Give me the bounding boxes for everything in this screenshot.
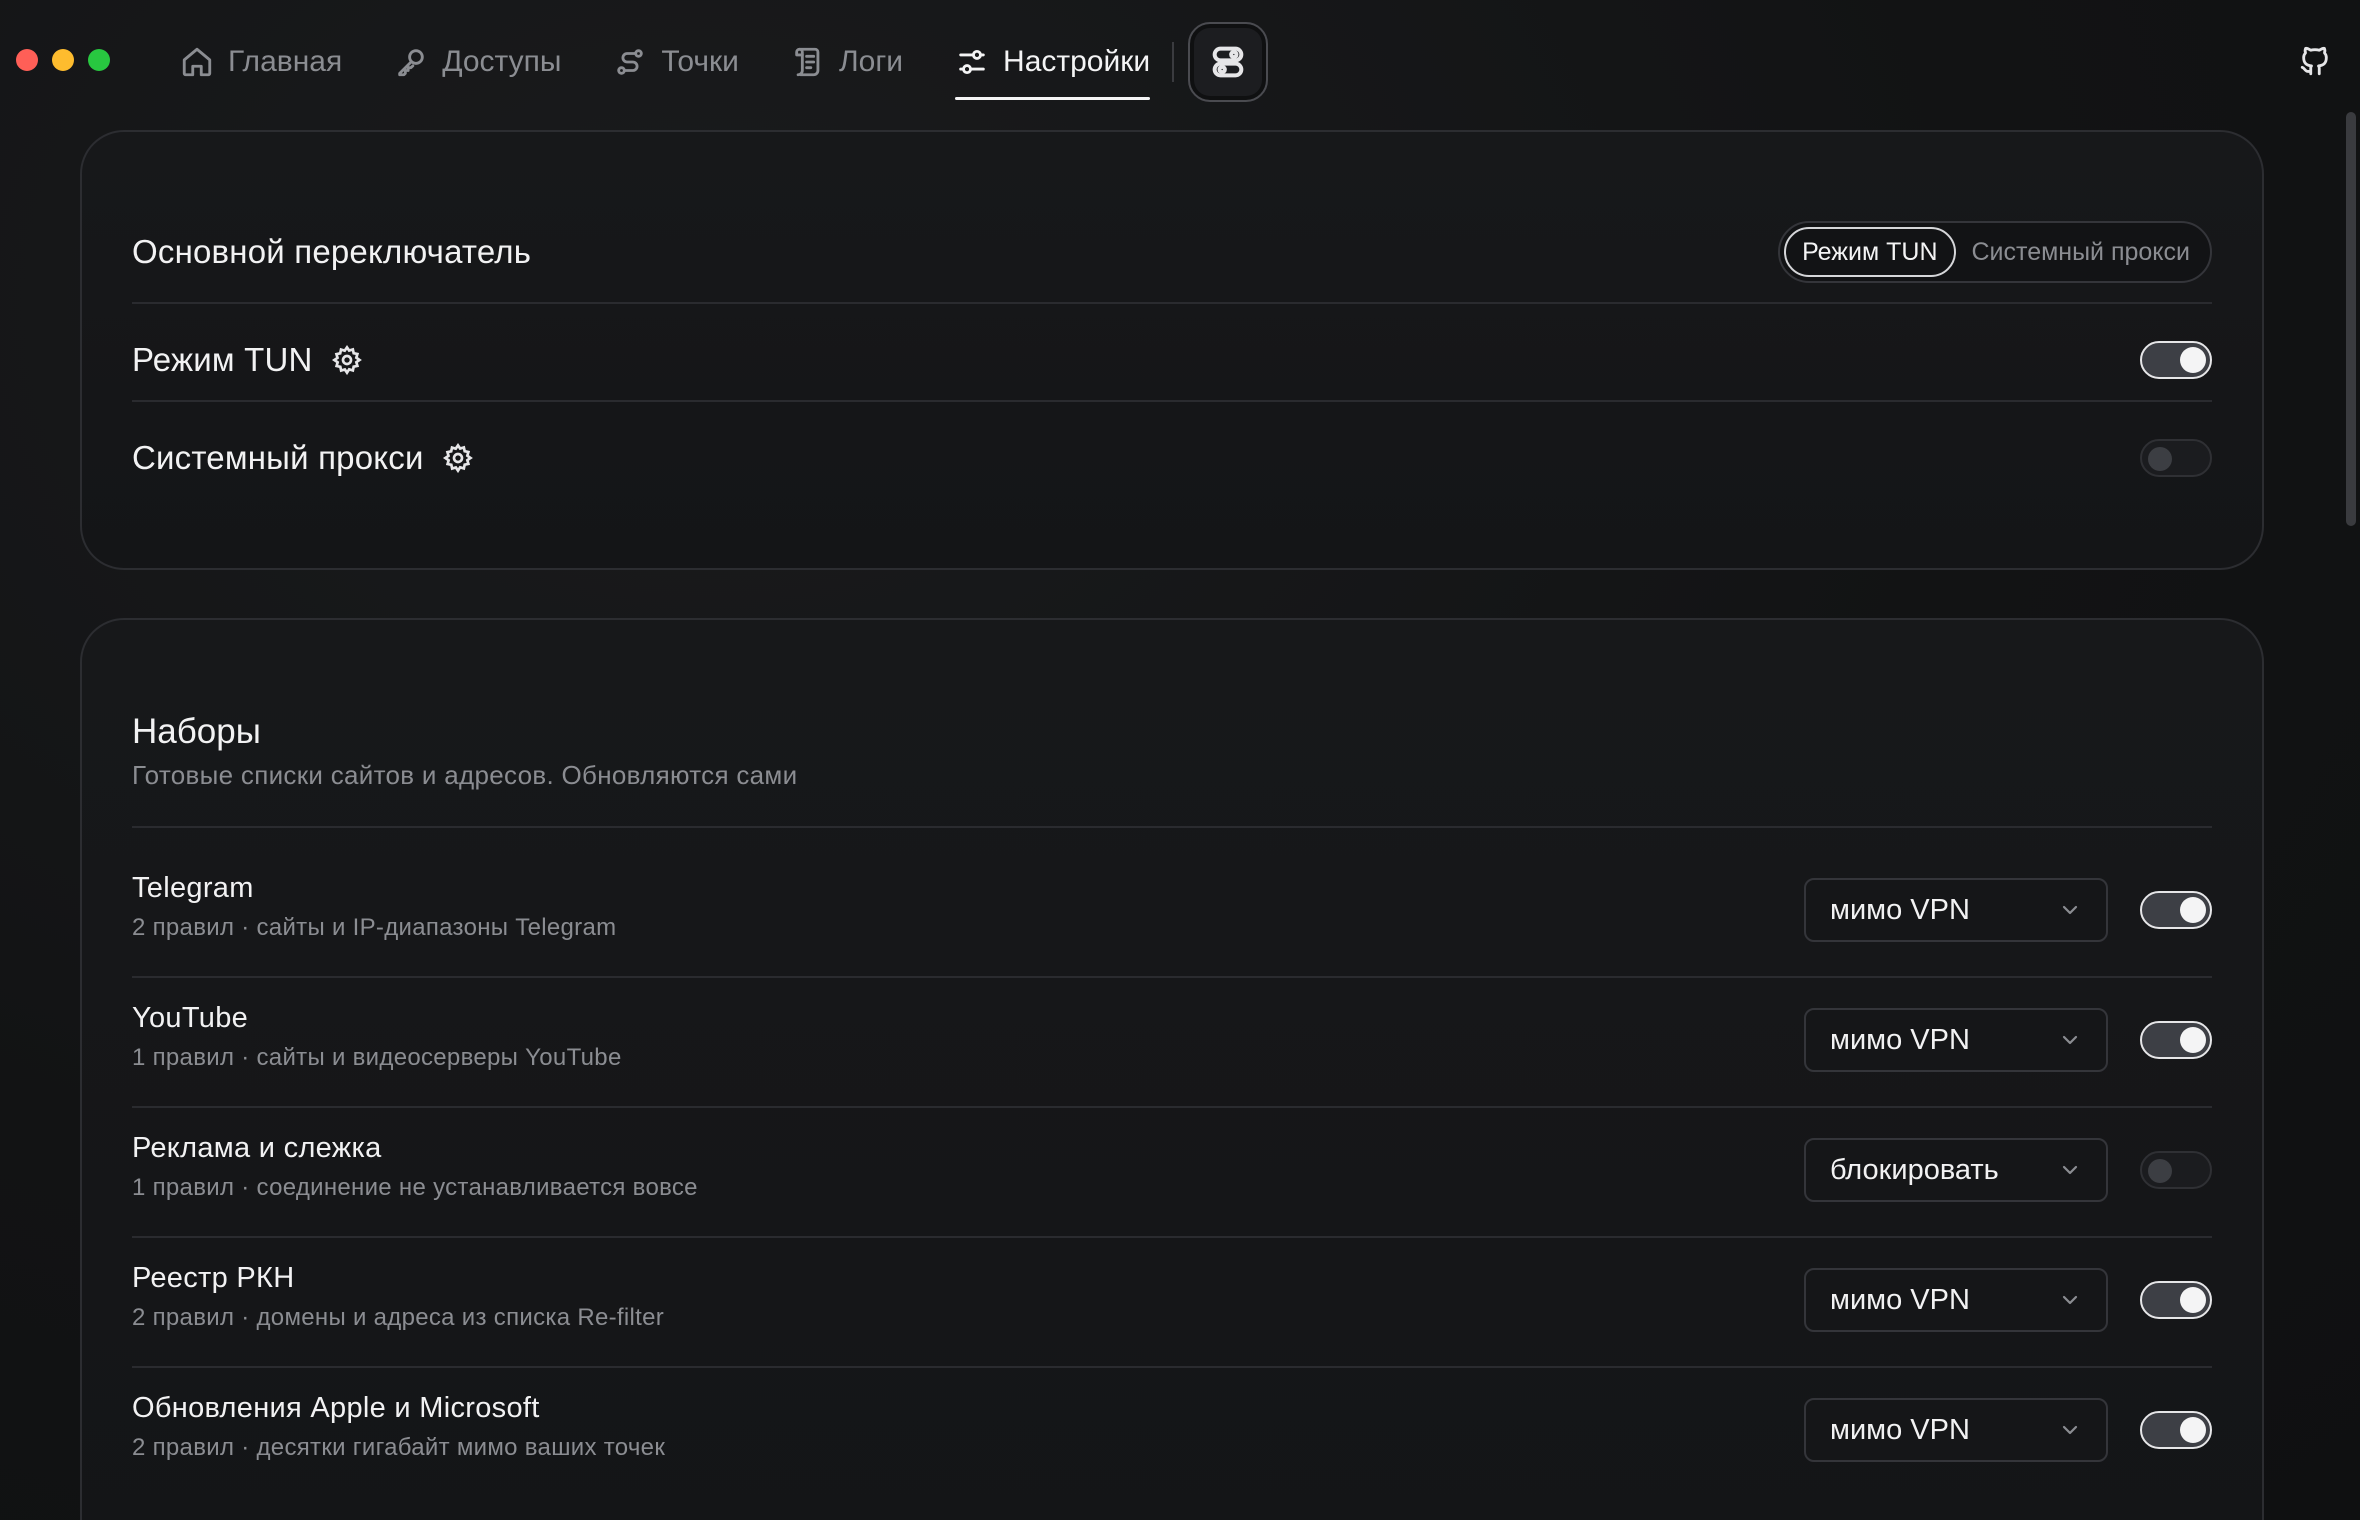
nav-tab-label: Настройки [1003,45,1151,78]
sets-title: Наборы [132,712,261,751]
system-proxy-label-group: Системный прокси [132,439,474,477]
nav-tab-access[interactable]: Доступы [394,24,561,100]
window-controls [16,49,110,71]
nav-tab-points[interactable]: Точки [613,24,739,100]
sets-card: Наборы Готовые списки сайтов и адресов. … [80,618,2264,1520]
set-toggle[interactable] [2140,891,2212,929]
set-name: Реклама и слежка [132,1132,382,1164]
key-icon [398,49,424,77]
set-name: Telegram [132,872,254,904]
set-description: 2 правил · домены и адреса из списка Re-… [132,1304,665,1331]
main-switch-row: Основной переключатель Режим TUN Системн… [132,220,2212,284]
title-bar: Главная Доступы Точки Логи Настройки [0,0,2360,122]
nav-tab-home[interactable]: Главная [180,24,342,100]
tun-mode-label: Режим TUN [132,341,313,378]
app-window: Главная Доступы Точки Логи Настройки Осн… [0,0,2360,1520]
tun-mode-toggle[interactable] [2140,341,2212,379]
nav-tab-label: Логи [838,45,904,78]
select-value: мимо VPN [1830,1283,1970,1316]
tun-mode-row: Режим TUN [132,320,2212,400]
set-row-youtube: YouTube 1 правил · сайты и видеосерверы … [132,978,2212,1108]
set-name: Реестр РКН [132,1262,295,1294]
main-switch-card: Основной переключатель Режим TUN Системн… [80,130,2264,570]
route-icon [617,49,644,75]
set-row-apple-microsoft-updates: Обновления Apple и Microsoft 2 правил · … [132,1368,2212,1498]
select-value: мимо VPN [1830,1413,1970,1446]
set-toggle[interactable] [2140,1021,2212,1059]
set-action-select[interactable]: мимо VPN [1804,1008,2108,1072]
set-row-rkn-registry: Реестр РКН 2 правил · домены и адреса из… [132,1238,2212,1368]
toggle-knob [2180,1027,2206,1053]
sliders-icon [959,49,985,75]
top-nav: Главная Доступы Точки Логи Настройки [180,22,1269,102]
github-icon [2300,46,2328,76]
set-toggle[interactable] [2140,1411,2212,1449]
nav-tab-label: Доступы [442,45,562,78]
set-name: YouTube [132,1002,249,1034]
divider [132,400,2212,402]
system-proxy-label: Системный прокси [132,439,424,476]
toggle-knob [2148,447,2172,471]
divider [132,302,2212,304]
chevron-down-icon [2062,905,2078,915]
set-action-select[interactable]: мимо VPN [1804,1398,2108,1462]
set-description: 2 правил · десятки гигабайт мимо ваших т… [132,1434,666,1461]
system-proxy-row: Системный прокси [132,418,2212,498]
tun-mode-label-group: Режим TUN [132,341,363,379]
set-action-select[interactable]: мимо VPN [1804,878,2108,942]
segment-system-proxy[interactable]: Системный прокси [1956,227,2207,277]
nav-tab-label: Главная [228,45,343,78]
chevron-down-icon [2062,1425,2078,1435]
quick-switches-button[interactable] [1188,22,1269,102]
nav-tab-logs[interactable]: Логи [791,24,903,100]
system-proxy-toggle[interactable] [2140,439,2212,477]
close-window-button[interactable] [16,49,38,71]
home-icon [182,47,212,77]
segment-tun[interactable]: Режим TUN [1784,227,1956,277]
select-value: мимо VPN [1830,1023,1970,1056]
toggle-knob [2180,347,2206,373]
select-value: блокировать [1830,1153,1999,1186]
select-value: мимо VPN [1830,893,1970,926]
set-description: 1 правил · сайты и видеосерверы YouTube [132,1044,622,1071]
gear-icon[interactable] [331,344,363,376]
chevron-down-icon [2062,1035,2078,1045]
set-description: 2 правил · сайты и IP-диапазоны Telegram [132,914,617,941]
toggle-knob [2148,1159,2172,1183]
toggle-knob [2180,1417,2206,1443]
github-link[interactable] [2298,44,2332,78]
chevron-down-icon [2062,1295,2078,1305]
scrollbar-thumb[interactable] [2346,112,2356,526]
set-action-select[interactable]: мимо VPN [1804,1268,2108,1332]
chevron-down-icon [2062,1165,2078,1175]
set-name: Обновления Apple и Microsoft [132,1392,540,1424]
main-switch-title: Основной переключатель [132,233,532,270]
set-toggle[interactable] [2140,1151,2212,1189]
nav-tab-label: Точки [661,45,739,78]
sets-subtitle: Готовые списки сайтов и адресов. Обновля… [132,760,798,790]
gear-icon[interactable] [442,442,474,474]
set-toggle[interactable] [2140,1281,2212,1319]
zoom-window-button[interactable] [88,49,110,71]
switches-icon [1212,46,1244,78]
set-row-telegram: Telegram 2 правил · сайты и IP-диапазоны… [132,848,2212,978]
toggle-knob [2180,1287,2206,1313]
mode-segmented-control: Режим TUN Системный прокси [1778,221,2212,283]
divider [132,826,2212,828]
minimize-window-button[interactable] [52,49,74,71]
nav-separator [1172,42,1175,82]
scroll-icon [795,47,820,77]
set-action-select[interactable]: блокировать [1804,1138,2108,1202]
set-row-ads-tracking: Реклама и слежка 1 правил · соединение н… [132,1108,2212,1238]
nav-tab-settings[interactable]: Настройки [955,24,1151,100]
toggle-knob [2180,897,2206,923]
set-description: 1 правил · соединение не устанавливается… [132,1174,698,1201]
main-scrollbar[interactable] [2346,112,2360,526]
